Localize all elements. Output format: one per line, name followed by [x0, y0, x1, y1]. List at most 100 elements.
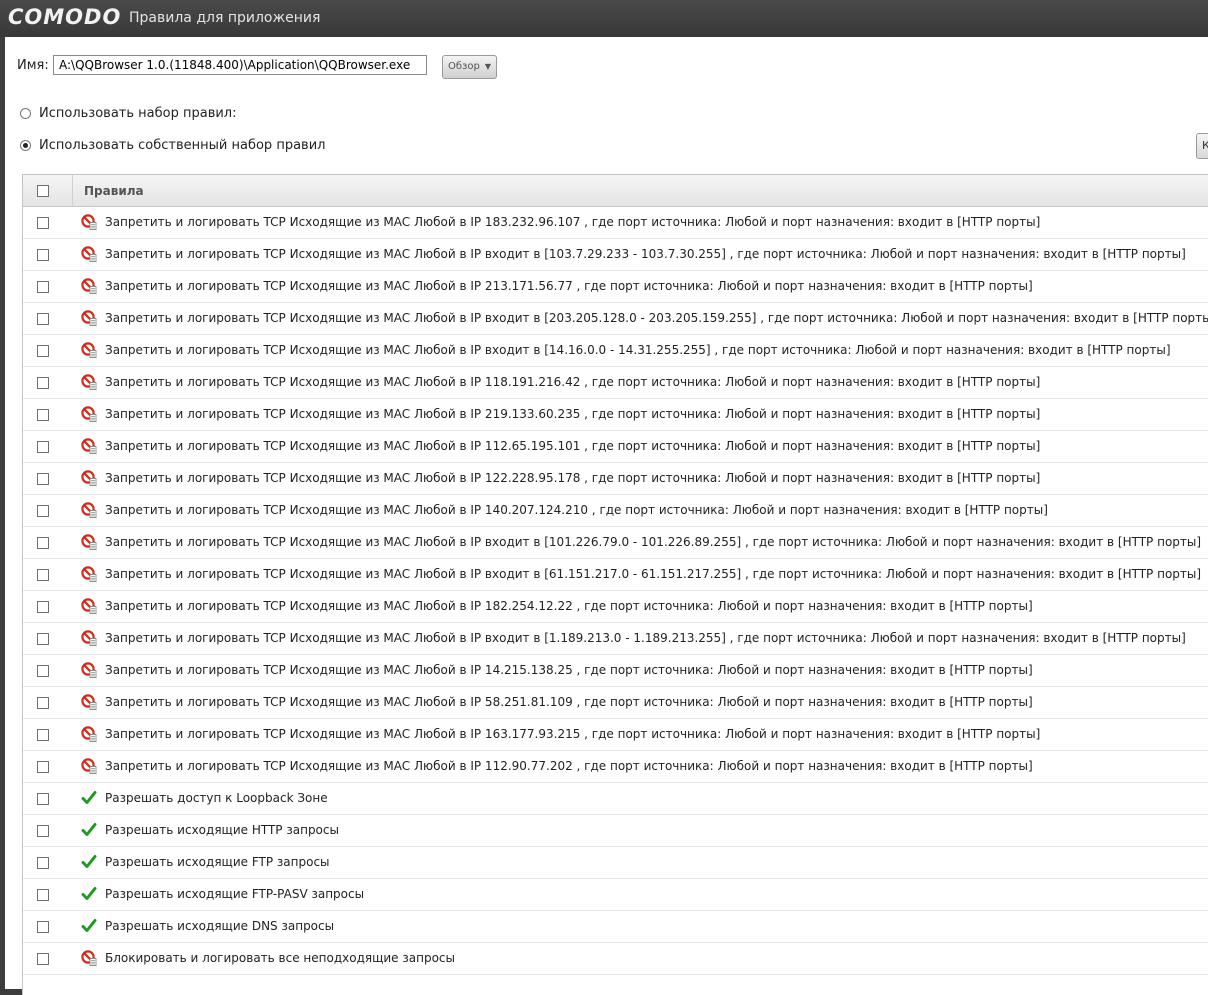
table-row[interactable]: Запретить и логировать TCP Исходящие из … [23, 367, 1208, 399]
row-checkbox[interactable] [37, 345, 49, 357]
table-row[interactable]: Блокировать и логировать все неподходящи… [23, 943, 1208, 975]
row-checkbox[interactable] [37, 377, 49, 389]
table-row[interactable]: Запретить и логировать TCP Исходящие из … [23, 719, 1208, 751]
rules-table: Правила Запретить и логировать TCP Исход… [22, 174, 1208, 995]
row-checkbox[interactable] [37, 313, 49, 325]
table-row[interactable]: Запретить и логировать TCP Исходящие из … [23, 399, 1208, 431]
rule-text: Запретить и логировать TCP Исходящие из … [105, 631, 1186, 645]
rule-text: Запретить и логировать TCP Исходящие из … [105, 727, 1041, 741]
block-log-icon [81, 950, 97, 966]
column-divider [72, 175, 73, 206]
rule-text: Разрешать исходящие DNS запросы [105, 919, 335, 933]
block-log-icon [81, 630, 97, 646]
table-row[interactable]: Разрешать доступ к Loopback Зоне [23, 783, 1208, 815]
rule-text: Запретить и логировать TCP Исходящие из … [105, 503, 1048, 517]
row-checkbox[interactable] [37, 505, 49, 517]
row-checkbox[interactable] [37, 889, 49, 901]
row-checkbox[interactable] [37, 633, 49, 645]
table-row[interactable]: Запретить и логировать TCP Исходящие из … [23, 335, 1208, 367]
row-checkbox[interactable] [37, 601, 49, 613]
row-checkbox[interactable] [37, 441, 49, 453]
rule-text: Запретить и логировать TCP Исходящие из … [105, 343, 1171, 357]
rule-text: Запретить и логировать TCP Исходящие из … [105, 695, 1033, 709]
block-log-icon [81, 598, 97, 614]
row-checkbox[interactable] [37, 953, 49, 965]
block-log-icon [81, 278, 97, 294]
row-checkbox[interactable] [37, 473, 49, 485]
rule-text: Запретить и логировать TCP Исходящие из … [105, 215, 1041, 229]
rule-text: Запретить и логировать TCP Исходящие из … [105, 279, 1033, 293]
row-checkbox[interactable] [37, 921, 49, 933]
rule-text: Запретить и логировать TCP Исходящие из … [105, 439, 1041, 453]
row-checkbox[interactable] [37, 729, 49, 741]
radio-button[interactable] [20, 108, 31, 119]
block-log-icon [81, 470, 97, 486]
row-checkbox[interactable] [37, 409, 49, 421]
rule-text: Запретить и логировать TCP Исходящие из … [105, 471, 1041, 485]
table-row[interactable]: Запретить и логировать TCP Исходящие из … [23, 623, 1208, 655]
browse-button[interactable]: Обзор ▼ [442, 55, 497, 79]
table-row[interactable]: Запретить и логировать TCP Исходящие из … [23, 463, 1208, 495]
row-checkbox[interactable] [37, 793, 49, 805]
rule-text: Запретить и логировать TCP Исходящие из … [105, 663, 1033, 677]
table-row[interactable]: Запретить и логировать TCP Исходящие из … [23, 303, 1208, 335]
table-row[interactable]: Запретить и логировать TCP Исходящие из … [23, 591, 1208, 623]
application-path-field[interactable]: A:\QQBrowser 1.0.(11848.400)\Application… [53, 55, 427, 75]
table-row[interactable]: Запретить и логировать TCP Исходящие из … [23, 687, 1208, 719]
allow-check-icon [81, 790, 97, 806]
block-log-icon [81, 342, 97, 358]
name-label: Имя: [17, 58, 49, 73]
rule-text: Разрешать доступ к Loopback Зоне [105, 791, 328, 805]
rule-text: Запретить и логировать TCP Исходящие из … [105, 535, 1202, 549]
select-all-checkbox[interactable] [37, 185, 49, 197]
rule-text: Запретить и логировать TCP Исходящие из … [105, 311, 1208, 325]
table-row[interactable]: Разрешать исходящие HTTP запросы [23, 815, 1208, 847]
table-header: Правила [23, 175, 1208, 207]
table-row[interactable]: Запретить и логировать TCP Исходящие из … [23, 239, 1208, 271]
block-log-icon [81, 534, 97, 550]
rule-text: Блокировать и логировать все неподходящи… [105, 951, 455, 965]
row-checkbox[interactable] [37, 281, 49, 293]
row-checkbox[interactable] [37, 761, 49, 773]
row-checkbox[interactable] [37, 697, 49, 709]
block-log-icon [81, 502, 97, 518]
block-log-icon [81, 662, 97, 678]
allow-check-icon [81, 822, 97, 838]
table-row[interactable]: Разрешать исходящие FTP запросы [23, 847, 1208, 879]
rule-text: Разрешать исходящие FTP-PASV запросы [105, 887, 365, 901]
row-checkbox[interactable] [37, 857, 49, 869]
table-row[interactable]: Запретить и логировать TCP Исходящие из … [23, 559, 1208, 591]
table-row[interactable]: Запретить и логировать TCP Исходящие из … [23, 495, 1208, 527]
rule-text: Запретить и логировать TCP Исходящие из … [105, 407, 1041, 421]
chevron-down-icon: ▼ [484, 62, 491, 71]
radio-button-selected[interactable] [20, 140, 31, 151]
radio-use-ruleset-label: Использовать набор правил: [39, 106, 237, 121]
allow-check-icon [81, 886, 97, 902]
block-log-icon [81, 758, 97, 774]
block-log-icon [81, 726, 97, 742]
row-checkbox[interactable] [37, 217, 49, 229]
row-checkbox[interactable] [37, 825, 49, 837]
table-row[interactable]: Разрешать исходящие DNS запросы [23, 911, 1208, 943]
row-checkbox[interactable] [37, 569, 49, 581]
row-checkbox[interactable] [37, 249, 49, 261]
block-log-icon [81, 374, 97, 390]
title-bar: COMODO Правила для приложения [0, 0, 1208, 37]
block-log-icon [81, 406, 97, 422]
block-log-icon [81, 438, 97, 454]
rule-text: Запретить и логировать TCP Исходящие из … [105, 759, 1033, 773]
table-row[interactable]: Запретить и логировать TCP Исходящие из … [23, 655, 1208, 687]
row-checkbox[interactable] [37, 537, 49, 549]
table-row[interactable]: Запретить и логировать TCP Исходящие из … [23, 751, 1208, 783]
radio-use-custom-label: Использовать собственный набор правил [39, 138, 326, 153]
table-row[interactable]: Запретить и логировать TCP Исходящие из … [23, 431, 1208, 463]
table-row[interactable]: Разрешать исходящие FTP-PASV запросы [23, 879, 1208, 911]
rules-column-header[interactable]: Правила [84, 184, 144, 198]
truncated-button[interactable]: К [1196, 133, 1208, 159]
row-checkbox[interactable] [37, 665, 49, 677]
table-row[interactable]: Запретить и логировать TCP Исходящие из … [23, 527, 1208, 559]
allow-check-icon [81, 854, 97, 870]
table-row[interactable]: Запретить и логировать TCP Исходящие из … [23, 271, 1208, 303]
allow-check-icon [81, 918, 97, 934]
table-row[interactable]: Запретить и логировать TCP Исходящие из … [23, 207, 1208, 239]
